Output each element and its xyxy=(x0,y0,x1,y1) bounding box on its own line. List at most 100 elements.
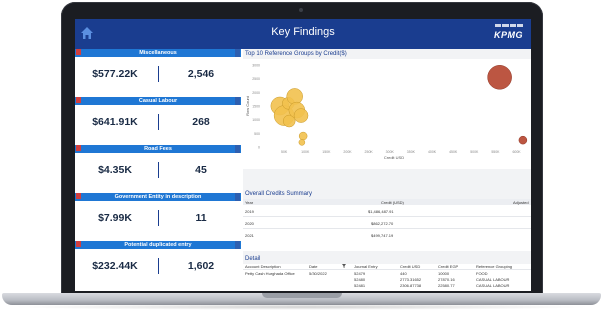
page-title: Key Findings xyxy=(271,26,335,38)
y-tick-label: 1000 xyxy=(252,118,260,122)
scatter-point xyxy=(298,131,308,141)
divider xyxy=(158,66,159,82)
category-icon xyxy=(235,193,240,201)
kpi-card-duplicated-entry[interactable]: Potential duplicated entry $232.44K 1,602 xyxy=(75,241,241,282)
flag-icon xyxy=(76,145,81,151)
scatter-point xyxy=(487,65,512,90)
summary-credit: $1,486,487.91 xyxy=(368,209,394,214)
x-tick-label: 100K xyxy=(301,150,310,154)
y-tick-label: 500 xyxy=(254,132,260,136)
scatter-point xyxy=(286,88,303,105)
kpi-card-label: Casual Labour xyxy=(138,98,178,104)
x-tick-label: 400K xyxy=(428,150,437,154)
scatter-chart[interactable]: 3000 2500 2000 1500 1000 500 0 50K 100K 150K 200K 2… xyxy=(243,59,531,169)
detail-group: CASUAL LABOUR xyxy=(476,277,510,282)
flag-icon xyxy=(76,241,81,247)
kpi-card-label: Potential duplicated entry xyxy=(124,242,192,248)
divider xyxy=(158,210,159,226)
y-tick-label: 1500 xyxy=(252,105,260,109)
kpi-amount: $577.22K xyxy=(92,68,138,80)
x-tick-label: 500K xyxy=(470,150,479,154)
detail-group: FOOD xyxy=(476,271,488,276)
credits-summary-table: Year Credit (USD) Adjusted 2019 $1,486,4… xyxy=(243,199,531,251)
kpi-count: 268 xyxy=(192,116,210,128)
kpi-card-government-entity[interactable]: Government Entity in description $7.99K 1… xyxy=(75,193,241,234)
x-axis-label: Credit USD xyxy=(384,155,404,160)
kpi-amount: $641.91K xyxy=(92,116,138,128)
laptop-notch xyxy=(262,293,342,298)
category-icon xyxy=(235,97,240,105)
row-divider xyxy=(243,228,531,229)
laptop-shadow xyxy=(10,304,593,310)
row-divider xyxy=(243,216,531,217)
kpi-count: 2,546 xyxy=(187,68,215,80)
divider xyxy=(158,162,159,178)
laptop-frame: Key Findings KPMG Miscellaneous $577.22K… xyxy=(0,0,603,317)
detail-egp: 27870.16 xyxy=(438,277,455,282)
kpmg-logo: KPMG xyxy=(494,30,523,40)
col-year: Year xyxy=(245,200,254,205)
kpi-card-header: Casual Labour xyxy=(75,97,241,105)
x-tick-label: 600K xyxy=(512,150,521,154)
summary-credit: $862,272.70 xyxy=(371,221,394,226)
flag-icon xyxy=(76,49,81,55)
x-tick-label: 300K xyxy=(386,150,395,154)
summary-year: 2021 xyxy=(245,233,254,238)
detail-egp: 10000 xyxy=(438,271,450,276)
divider xyxy=(158,258,159,274)
kpi-card-label: Road Fees xyxy=(144,146,172,152)
x-tick-label: 550K xyxy=(491,150,500,154)
col-adjusted: Adjusted xyxy=(513,200,529,205)
scatter-point xyxy=(298,139,306,146)
kpi-amount: $7.99K xyxy=(98,212,132,224)
kpi-amount: $232.44K xyxy=(92,260,138,272)
summary-year: 2020 xyxy=(245,221,254,226)
kpi-count: 45 xyxy=(195,164,207,176)
y-tick-label: 2500 xyxy=(252,77,260,81)
x-tick-label: 250K xyxy=(365,150,374,154)
x-tick-label: 200K xyxy=(343,150,352,154)
y-tick-label: 3000 xyxy=(252,64,260,68)
kpi-card-road-fees[interactable]: Road Fees $4.35K 45 xyxy=(75,145,241,186)
dashboard-screen: Key Findings KPMG Miscellaneous $577.22K… xyxy=(75,19,531,291)
kpi-count: 1,602 xyxy=(187,260,215,272)
y-tick-label: 0 xyxy=(258,146,260,150)
category-icon xyxy=(235,241,240,249)
divider xyxy=(158,114,159,130)
x-tick-label: 50K xyxy=(281,150,288,154)
chart-title: Top 10 Reference Groups by Credit($) xyxy=(245,51,347,57)
filter-icon[interactable] xyxy=(342,264,346,268)
kpi-panel: Miscellaneous $577.22K 2,546 Casual Labou… xyxy=(75,49,241,291)
detail-usd: 2306.87738 xyxy=(400,283,422,288)
logo-bars xyxy=(495,24,523,27)
top-bar: Key Findings KPMG xyxy=(75,19,531,49)
report-panel: Top 10 Reference Groups by Credit($) 300… xyxy=(243,49,531,291)
kpi-card-casual-labour[interactable]: Casual Labour $641.91K 268 xyxy=(75,97,241,138)
x-tick-label: 450K xyxy=(449,150,458,154)
col-credit: Credit (USD) xyxy=(381,200,404,205)
detail-usd: 2773.31652 xyxy=(400,277,422,282)
category-icon xyxy=(235,49,240,57)
summary-year: 2019 xyxy=(245,209,254,214)
kpi-card-miscellaneous[interactable]: Miscellaneous $577.22K 2,546 xyxy=(75,49,241,90)
kpi-card-label: Government Entity in description xyxy=(114,194,202,200)
summary-credit: $499,747.19 xyxy=(371,233,394,238)
detail-usd: 440 xyxy=(400,271,407,276)
detail-date: 5/30/2022 xyxy=(309,271,327,276)
y-axis-label: Row Count xyxy=(245,95,250,116)
detail-entry: 52480 xyxy=(354,277,366,282)
detail-egp: 22580.77 xyxy=(438,283,455,288)
kpi-card-header: Miscellaneous xyxy=(75,49,241,57)
detail-table: Account Description Date Journal Entry C… xyxy=(243,264,531,291)
detail-entry: 52479 xyxy=(354,271,366,276)
kpi-card-header: Road Fees xyxy=(75,145,241,153)
summary-title: Overall Credits Summary xyxy=(245,191,313,197)
kpi-count: 11 xyxy=(195,212,207,224)
webcam xyxy=(299,8,303,12)
row-divider xyxy=(243,269,531,270)
category-icon xyxy=(235,145,240,153)
x-tick-label: 350K xyxy=(407,150,416,154)
flag-icon xyxy=(76,193,81,199)
kpi-card-label: Miscellaneous xyxy=(139,50,177,56)
detail-title: Detail xyxy=(245,256,261,262)
